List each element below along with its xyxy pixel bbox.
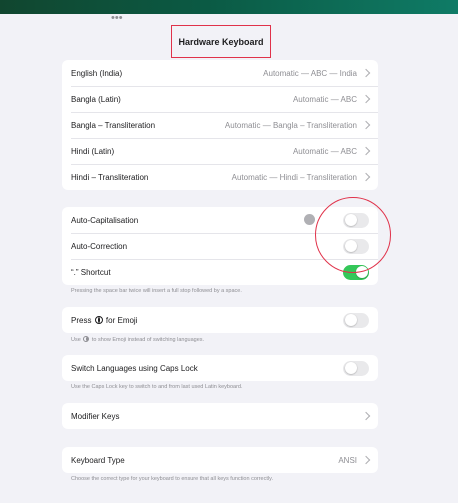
keyboard-type-value: ANSI <box>338 455 357 465</box>
emoji-footnote-after: to show Emoji instead of switching langu… <box>91 337 205 343</box>
keyboard-row-hindi-latin[interactable]: Hindi (Latin) Automatic — ABC <box>62 138 378 164</box>
keyboard-row-bangla-transliteration[interactable]: Bangla – Transliteration Automatic — Ban… <box>62 112 378 138</box>
modifier-keys-label: Modifier Keys <box>71 411 120 421</box>
page-title: Hardware Keyboard <box>178 36 264 47</box>
keyboard-row-hindi-transliteration[interactable]: Hindi – Transliteration Automatic — Hind… <box>62 164 378 190</box>
keyboard-layout-value: Automatic — ABC <box>292 146 357 156</box>
keyboard-type-row[interactable]: Keyboard Type ANSI <box>62 447 378 473</box>
caps-lock-group: Switch Languages using Caps Lock <box>62 355 378 381</box>
caps-lock-footnote: Use the Caps Lock key to switch to and f… <box>71 384 243 390</box>
keyboard-type-footnote: Choose the correct type for your keyboar… <box>71 476 273 482</box>
globe-icon <box>94 315 103 324</box>
chevron-right-icon <box>361 146 371 156</box>
chevron-right-icon <box>361 120 371 130</box>
keyboard-name: Hindi – Transliteration <box>71 172 149 182</box>
keyboard-name: Bangla – Transliteration <box>71 120 156 130</box>
full-stop-shortcut-label: “.” Shortcut <box>71 267 111 277</box>
keyboard-row-english-india[interactable]: English (India) Automatic — ABC — India <box>62 60 378 86</box>
keyboard-name: English (India) <box>71 68 123 78</box>
emoji-footnote-before: Use <box>71 337 81 343</box>
chevron-right-icon <box>361 411 371 421</box>
chevron-right-icon <box>361 68 371 78</box>
keyboard-name: Hindi (Latin) <box>71 146 115 156</box>
emoji-footnote: Use to show Emoji instead of switching l… <box>71 336 204 343</box>
chevron-right-icon <box>361 94 371 104</box>
emoji-group: Press for Emoji <box>62 307 378 333</box>
keyboard-layout-value: Automatic — Hindi – Transliteration <box>231 172 357 182</box>
touch-indicator <box>304 214 315 225</box>
shortcut-footnote: Pressing the space bar twice will insert… <box>71 288 242 294</box>
toggle-knob <box>344 362 357 374</box>
keyboard-name: Bangla (Latin) <box>71 94 121 104</box>
keyboards-group: English (India) Automatic — ABC — India … <box>62 60 378 190</box>
globe-icon <box>83 336 90 342</box>
emoji-label: Press for Emoji <box>71 315 138 325</box>
keyboard-layout-value: Automatic — ABC <box>292 94 357 104</box>
chevron-right-icon <box>361 172 371 182</box>
keyboard-row-bangla-latin[interactable]: Bangla (Latin) Automatic — ABC <box>62 86 378 112</box>
emoji-row: Press for Emoji <box>62 307 378 333</box>
caps-lock-label: Switch Languages using Caps Lock <box>71 363 198 373</box>
modifier-keys-group: Modifier Keys <box>62 403 378 429</box>
toggle-annotation-circle <box>315 197 391 273</box>
keyboard-layout-value: Automatic — ABC — India <box>263 68 357 78</box>
caps-lock-toggle[interactable] <box>343 360 369 376</box>
emoji-label-after: for Emoji <box>105 315 138 325</box>
more-ellipsis-icon[interactable]: ••• <box>111 13 125 24</box>
emoji-label-before: Press <box>71 315 92 325</box>
keyboard-type-group: Keyboard Type ANSI <box>62 447 378 473</box>
keyboard-type-label: Keyboard Type <box>71 455 125 465</box>
title-annotation-box: Hardware Keyboard <box>171 25 271 58</box>
keyboard-layout-value: Automatic — Bangla – Transliteration <box>224 120 357 130</box>
caps-lock-row: Switch Languages using Caps Lock <box>62 355 378 381</box>
top-bar <box>0 0 458 14</box>
chevron-right-icon <box>361 455 371 465</box>
auto-correction-label: Auto-Correction <box>71 241 128 251</box>
auto-capitalisation-label: Auto-Capitalisation <box>71 215 139 225</box>
modifier-keys-row[interactable]: Modifier Keys <box>62 403 378 429</box>
emoji-toggle[interactable] <box>343 312 369 328</box>
toggle-knob <box>344 314 357 326</box>
